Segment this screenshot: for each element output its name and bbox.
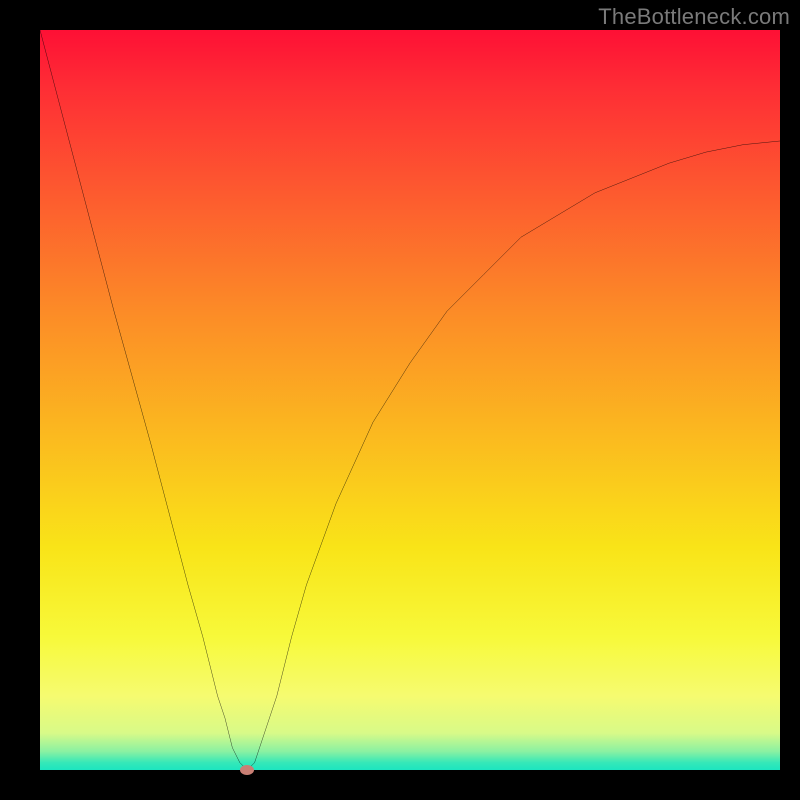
optimum-marker [240,765,254,775]
curve-path [40,30,780,770]
bottleneck-curve [40,30,780,770]
watermark-text: TheBottleneck.com [598,4,790,30]
plot-area [40,30,780,770]
chart-frame: TheBottleneck.com [0,0,800,800]
